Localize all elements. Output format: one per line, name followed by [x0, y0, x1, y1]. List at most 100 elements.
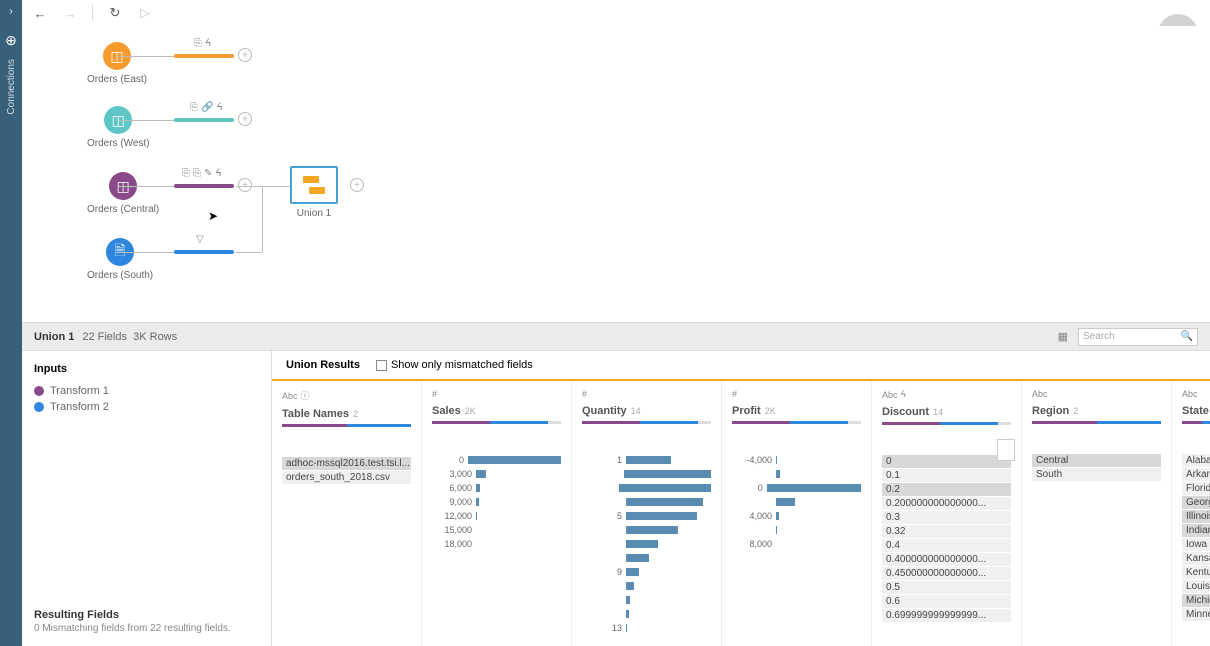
add-step-button[interactable]: + [238, 48, 252, 62]
add-connection-button[interactable]: ⊕ [0, 32, 22, 49]
rail-expand-chevron[interactable]: › [0, 0, 22, 22]
input-row[interactable]: Transform 2 [34, 401, 259, 413]
profile-value[interactable]: Michig [1182, 594, 1210, 607]
histogram-row[interactable]: 8,000 [732, 538, 861, 550]
layout-toggle-icon[interactable]: ▦ [1058, 330, 1068, 343]
back-button[interactable]: ← [32, 5, 48, 21]
info-icon[interactable]: ⓘ [301, 389, 310, 402]
profile-column[interactable]: AbcRegion2CentralSouth [1022, 381, 1172, 646]
histogram-row[interactable] [582, 552, 711, 564]
histogram-row[interactable]: 4,000 [732, 510, 861, 522]
input-row[interactable]: Transform 1 [34, 385, 259, 397]
histogram-row[interactable]: 0 [732, 482, 861, 494]
histogram-row[interactable]: 13 [582, 622, 711, 634]
flow-node-orders-west[interactable]: ◫ Orders (West) [87, 106, 150, 149]
histogram-bar [626, 526, 678, 534]
profile-column[interactable]: #Sales2K03,0006,0009,00012,00015,00018,0… [422, 381, 572, 646]
flow-node-orders-south[interactable]: 🗎 Orders (South) [87, 238, 153, 281]
filter-icon: ▽ [196, 234, 204, 245]
flow-canvas[interactable]: ◫ Orders (East) ⎘ᔦ + ◫ Orders (West) ⎘🔗ᔦ… [22, 26, 1210, 322]
profile-value[interactable]: Indiana [1182, 524, 1210, 537]
histogram-row[interactable] [582, 608, 711, 620]
profile-value[interactable]: Florida [1182, 482, 1210, 495]
flow-node-orders-central[interactable]: ◫ Orders (Central) [87, 172, 159, 215]
profile-value[interactable]: 0.4 [882, 539, 1011, 552]
histogram-row[interactable]: 0 [432, 454, 561, 466]
histogram-row[interactable]: 12,000 [432, 510, 561, 522]
add-step-button[interactable]: + [350, 178, 364, 192]
add-step-button[interactable]: + [238, 178, 252, 192]
forward-button[interactable]: → [62, 5, 78, 21]
recommendation-card-icon[interactable] [997, 439, 1015, 461]
profile-value[interactable]: Iowa [1182, 538, 1210, 551]
profile-column[interactable]: #Quantity1415913 [572, 381, 722, 646]
profile-value[interactable]: 0.699999999999999... [882, 609, 1011, 622]
clean-step-west[interactable] [174, 118, 234, 122]
profile-column[interactable]: AbcStateAlabamArkansFloridaGeorgiIllinoi… [1172, 381, 1210, 646]
refresh-button[interactable]: ↻ [107, 5, 123, 21]
profile-value[interactable]: Alabam [1182, 454, 1210, 467]
histogram-row[interactable] [582, 538, 711, 550]
histogram-row[interactable] [732, 468, 861, 480]
histogram-row[interactable] [582, 468, 711, 480]
histogram-row[interactable]: 9 [582, 566, 711, 578]
histogram-row[interactable]: 9,000 [432, 496, 561, 508]
histogram-row[interactable]: 15,000 [432, 524, 561, 536]
profile-columns[interactable]: Abc ⓘTable Names2adhoc-mssql2016.test.ts… [272, 381, 1210, 646]
profile-value[interactable]: orders_south_2018.csv [282, 471, 411, 484]
column-profile: 00.10.20.200000000000000...0.30.320.40.4… [882, 455, 1011, 622]
histogram-row[interactable]: 3,000 [432, 468, 561, 480]
clean-step-south[interactable] [174, 250, 234, 254]
union-icon [303, 176, 325, 194]
column-profile: -4,000 0 4,000 8,000 [732, 454, 861, 550]
profile-column[interactable]: Abc ᔦDiscount1400.10.20.200000000000000.… [872, 381, 1022, 646]
profile-value[interactable]: 0.400000000000000... [882, 553, 1011, 566]
histogram-row[interactable] [582, 482, 711, 494]
histogram-row[interactable]: -4,000 [732, 454, 861, 466]
profile-value[interactable]: Kentuc [1182, 566, 1210, 579]
recommend-icon[interactable]: ᔦ [901, 389, 907, 400]
results-tab[interactable]: Union Results [286, 359, 360, 371]
search-input[interactable]: Search 🔍 [1078, 328, 1198, 346]
profile-value[interactable]: 0 [882, 455, 1011, 468]
column-source-bar [282, 424, 411, 427]
profile-value[interactable]: 0.3 [882, 511, 1011, 524]
profile-value[interactable]: Minnes [1182, 608, 1210, 621]
add-step-button[interactable]: + [238, 112, 252, 126]
profile-value[interactable]: Arkans [1182, 468, 1210, 481]
flow-node-orders-east[interactable]: ◫ Orders (East) [87, 42, 147, 85]
profile-value[interactable]: adhoc-mssql2016.test.tsi.l... [282, 457, 411, 470]
histogram-row[interactable] [582, 580, 711, 592]
histogram-row[interactable] [582, 524, 711, 536]
axis-label: 3,000 [432, 469, 476, 479]
profile-column[interactable]: #Profit2K-4,00004,0008,000 [722, 381, 872, 646]
histogram-row[interactable]: 18,000 [432, 538, 561, 550]
histogram-row[interactable] [732, 524, 861, 536]
histogram-row[interactable]: 5 [582, 510, 711, 522]
mismatch-checkbox[interactable]: Show only mismatched fields [376, 359, 533, 371]
profile-value[interactable]: Georgi [1182, 496, 1210, 509]
profile-value[interactable]: 0.5 [882, 581, 1011, 594]
profile-value[interactable]: Central [1032, 454, 1161, 467]
clean-step-central[interactable] [174, 184, 234, 188]
profile-value[interactable]: 0.450000000000000... [882, 567, 1011, 580]
profile-value[interactable]: 0.200000000000000... [882, 497, 1011, 510]
histogram-row[interactable]: 6,000 [432, 482, 561, 494]
profile-value[interactable]: Louisia [1182, 580, 1210, 593]
histogram-row[interactable] [732, 496, 861, 508]
profile-value[interactable]: 0.1 [882, 469, 1011, 482]
histogram-row[interactable] [582, 496, 711, 508]
profile-value[interactable]: 0.32 [882, 525, 1011, 538]
profile-value[interactable]: 0.2 [882, 483, 1011, 496]
clean-step-east[interactable] [174, 54, 234, 58]
histogram-row[interactable]: 1 [582, 454, 711, 466]
profile-value[interactable]: 0.6 [882, 595, 1011, 608]
profile-column[interactable]: Abc ⓘTable Names2adhoc-mssql2016.test.ts… [272, 381, 422, 646]
profile-value[interactable]: Illinois [1182, 510, 1210, 523]
union-node[interactable]: Union 1 [290, 166, 338, 219]
histogram-row[interactable] [582, 594, 711, 606]
profile-value[interactable]: Kansas [1182, 552, 1210, 565]
column-source-bar [582, 421, 711, 424]
run-flow-button[interactable]: ▷ [137, 5, 153, 21]
profile-value[interactable]: South [1032, 468, 1161, 481]
